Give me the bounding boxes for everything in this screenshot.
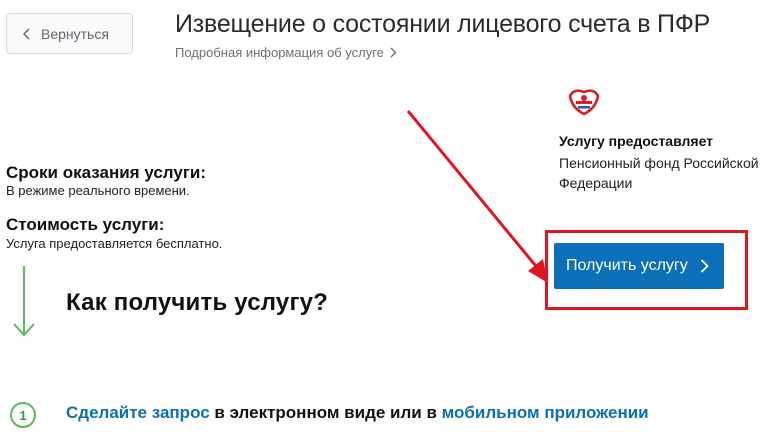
make-request-link[interactable]: Сделайте запрос <box>66 403 210 422</box>
back-button-label: Вернуться <box>41 25 109 42</box>
service-time-text: В режиме реального времени. <box>6 183 190 198</box>
service-cost-heading: Стоимость услуги: <box>6 215 165 234</box>
annotation-arrow-icon <box>406 110 548 283</box>
step-number-badge: 1 <box>10 402 36 428</box>
back-button[interactable]: Вернуться <box>6 13 133 54</box>
step-text-middle: в электронном виде или в <box>209 403 442 422</box>
page-title: Извещение о состоянии лицевого счета в П… <box>175 10 711 38</box>
chevron-left-icon <box>23 27 30 40</box>
chevron-right-icon <box>700 259 709 273</box>
provider-label: Услугу предоставляет <box>559 133 714 149</box>
pfr-logo-icon <box>568 89 600 116</box>
step-text: Сделайте запрос в электронном виде или в… <box>66 403 649 423</box>
chevron-right-icon <box>390 47 397 58</box>
get-service-button-label: Получить услугу <box>566 257 688 274</box>
mobile-app-link[interactable]: мобильном приложении <box>442 403 649 422</box>
service-cost-text: Услуга предоставляется бесплатно. <box>6 236 223 251</box>
provider-name: Пенсионный фонд Российской Федерации <box>559 155 759 191</box>
service-time-heading: Сроки оказания услуги: <box>6 163 207 182</box>
get-service-button[interactable]: Получить услугу <box>554 243 724 289</box>
service-details-link-label: Подробная информация об услуге <box>175 45 384 60</box>
how-to-heading: Как получить услугу? <box>66 289 329 316</box>
service-details-link[interactable]: Подробная информация об услуге <box>175 45 397 60</box>
arrow-down-icon <box>13 266 35 337</box>
